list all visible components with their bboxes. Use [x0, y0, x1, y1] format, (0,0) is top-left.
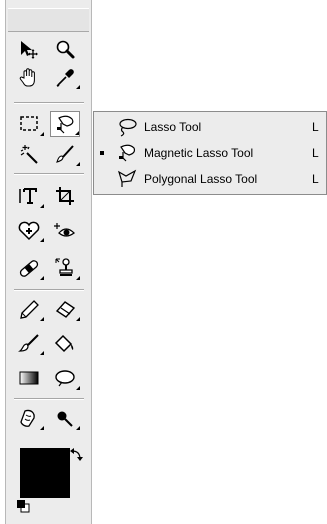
gradient-tool[interactable]: [14, 365, 44, 391]
marquee-tool[interactable]: [14, 111, 44, 137]
magnetic-lasso-icon: [57, 115, 74, 134]
menu-item-lasso-tool[interactable]: Lasso Tool L: [94, 114, 326, 140]
eyedropper-tool[interactable]: [50, 64, 80, 90]
toolbox-panel: [5, 0, 92, 524]
selected-bullet-icon: [100, 151, 104, 155]
type-tool[interactable]: [14, 183, 44, 209]
bandage-icon: [19, 260, 39, 277]
stamp-icon: [55, 258, 73, 276]
sponge-tool[interactable]: [14, 405, 44, 431]
eraser-icon: [55, 301, 76, 318]
clone-stamp-tool[interactable]: [50, 255, 80, 281]
move-arrow-icon: [21, 41, 38, 59]
menu-item-magnetic-lasso-tool[interactable]: Magnetic Lasso Tool L: [94, 140, 326, 166]
magic-wand-icon: [20, 145, 38, 164]
magnetic-lasso-icon: [119, 144, 136, 162]
default-colors-icon[interactable]: [16, 499, 30, 513]
burn-icon: [57, 411, 73, 427]
crop-tool[interactable]: [50, 183, 80, 209]
smudge-tool[interactable]: [14, 330, 44, 356]
brush-icon: [56, 145, 74, 163]
shape-tool[interactable]: [50, 365, 80, 391]
menu-item-polygonal-lasso-tool[interactable]: Polygonal Lasso Tool L: [94, 166, 326, 192]
paint-bucket-tool[interactable]: [50, 330, 80, 356]
sponge-icon: [20, 409, 35, 427]
menu-item-label: Polygonal Lasso Tool: [144, 172, 258, 186]
menu-item-label: Magnetic Lasso Tool: [144, 146, 254, 160]
menu-item-label: Lasso Tool: [144, 120, 202, 134]
brush-tool[interactable]: [50, 141, 80, 167]
burn-tool[interactable]: [50, 405, 80, 431]
red-eye-icon: [54, 223, 75, 237]
healing-brush-tool[interactable]: [14, 217, 44, 243]
hand-tool[interactable]: [14, 64, 44, 90]
magic-wand-tool[interactable]: [14, 141, 44, 167]
menu-item-shortcut: L: [312, 146, 319, 160]
eraser-tool[interactable]: [50, 296, 80, 322]
foreground-color-swatch[interactable]: [20, 448, 70, 498]
crop-icon: [56, 187, 74, 205]
healing-heart-icon: [18, 221, 40, 241]
spot-healing-tool[interactable]: [14, 255, 44, 281]
lasso-icon: [119, 118, 137, 137]
red-eye-tool[interactable]: [50, 217, 80, 243]
rect-marquee-icon: [20, 116, 38, 131]
menu-item-shortcut: L: [312, 120, 319, 134]
pencil-tool[interactable]: [14, 296, 44, 322]
smudge-icon: [18, 334, 39, 352]
pencil-icon: [20, 300, 39, 319]
toolbox-grip[interactable]: [8, 8, 89, 32]
magnifier-icon: [56, 40, 75, 59]
menu-item-shortcut: L: [312, 172, 319, 186]
type-icon: [19, 188, 37, 204]
paint-bucket-icon: [54, 334, 74, 353]
swap-colors-icon[interactable]: [68, 448, 86, 464]
gradient-icon: [19, 371, 39, 385]
lasso-flyout-menu: Lasso Tool L Magnetic Lasso Tool L Polyg…: [93, 111, 327, 195]
polygonal-lasso-icon: [117, 169, 137, 187]
move-tool[interactable]: [14, 36, 44, 62]
eyedropper-icon: [56, 69, 74, 87]
zoom-tool[interactable]: [50, 36, 80, 62]
ellipse-shape-icon: [55, 370, 75, 387]
lasso-tool[interactable]: [50, 111, 80, 137]
hand-icon: [19, 68, 35, 87]
